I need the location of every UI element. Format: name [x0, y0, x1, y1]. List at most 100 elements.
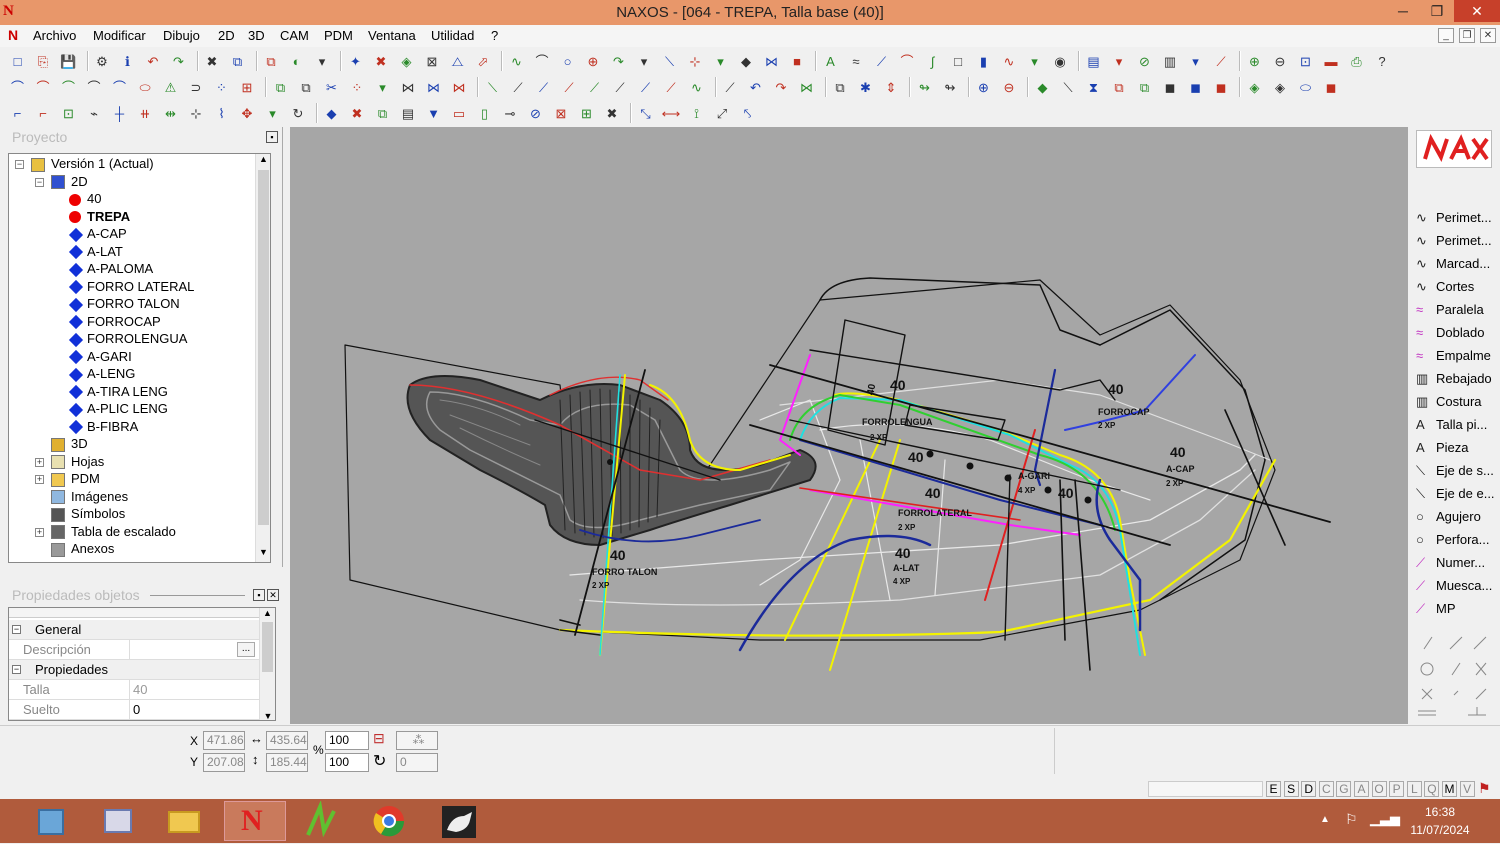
layer-button[interactable]: S	[1283, 781, 1299, 797]
toolbar-tool-icon-2-48[interactable]: ⬭	[1296, 78, 1315, 97]
tool-button[interactable]: A Pieza	[1416, 440, 1498, 462]
toolbar-tool-icon-2-8[interactable]: ⁘	[212, 78, 231, 97]
toolbar-tool-icon-3-14[interactable]: ⧉	[373, 104, 392, 123]
toolbar-tool-icon-1-19[interactable]: ⌒	[533, 52, 552, 71]
property-group[interactable]: − Propiedades	[9, 660, 259, 680]
tree-item[interactable]: FORRO TALON	[68, 296, 180, 313]
toolbar-tool-icon-2-40[interactable]: ⧗	[1084, 78, 1103, 97]
toolbar-tool-icon-2-7[interactable]: ⊃	[187, 78, 206, 97]
toolbar-tool-icon-3-0[interactable]: ⌐	[8, 104, 27, 123]
toolbar-tool-icon-1-9[interactable]: ⧉	[262, 52, 281, 71]
rotate-icon[interactable]: ↻	[373, 751, 386, 771]
toolbar-tool-icon-1-26[interactable]: ▾	[711, 52, 730, 71]
toolbar-tool-icon-2-42[interactable]: ⧉	[1135, 78, 1154, 97]
toolbar-tool-icon-2-6[interactable]: ⚠	[161, 78, 180, 97]
toolbar-tool-icon-2-37[interactable]: ⊖	[1000, 78, 1019, 97]
toolbar-tool-icon-1-22[interactable]: ↷	[609, 52, 628, 71]
expand-toggle[interactable]: −	[35, 177, 44, 187]
menu-modificar[interactable]: Modificar	[93, 28, 146, 43]
menu-pdm[interactable]: PDM	[324, 28, 353, 43]
toolbar-tool-icon-1-11[interactable]: ▾	[313, 52, 332, 71]
toolbar-tool-icon-2-31[interactable]: ⧉	[831, 78, 850, 97]
toolbar-tool-icon-1-5[interactable]: ↶	[144, 52, 163, 71]
property-value[interactable]: 40	[129, 680, 257, 699]
tree-item[interactable]: Imágenes	[51, 489, 128, 506]
toolbar-tool-icon-3-25[interactable]: ⟷	[662, 104, 681, 123]
tool-button[interactable]: ⟋ Numer...	[1416, 555, 1498, 577]
scroll-down-icon[interactable]: ▼	[256, 547, 271, 557]
toolbar-tool-icon-1-28[interactable]: ⋈	[762, 52, 781, 71]
toolbar-tool-icon-2-13[interactable]: ⁘	[348, 78, 367, 97]
scroll-up-icon[interactable]: ▲	[260, 608, 275, 618]
toolbar-tool-icon-1-10[interactable]: ◐	[287, 52, 306, 71]
scale-x-field[interactable]: 100	[325, 731, 369, 750]
toolbar-tool-icon-2-24[interactable]: ⟋	[636, 78, 655, 97]
toolbar-tool-icon-2-5[interactable]: ⬭	[136, 78, 155, 97]
tree-item[interactable]: Hojas	[51, 454, 104, 471]
toolbar-tool-icon-1-15[interactable]: ⊠	[423, 52, 442, 71]
property-value[interactable]: 0	[129, 700, 257, 719]
tool-button[interactable]: ≈ Doblado	[1416, 325, 1498, 347]
toolbar-tool-icon-2-2[interactable]: ⌒	[59, 78, 78, 97]
toolbar-tool-icon-3-19[interactable]: ⊸	[501, 104, 520, 123]
scroll-thumb[interactable]	[258, 170, 269, 525]
toolbar-tool-icon-3-16[interactable]: ▼	[424, 104, 443, 123]
network-icon[interactable]: ▁▃▅	[1370, 811, 1400, 827]
toolbar-tool-icon-2-4[interactable]: ⌒	[110, 78, 129, 97]
toolbar-tool-icon-2-20[interactable]: ⟋	[534, 78, 553, 97]
toolbar-tool-icon-2-14[interactable]: ▾	[373, 78, 392, 97]
toolbar-tool-icon-2-11[interactable]: ⧉	[297, 78, 316, 97]
tool-button[interactable]: ▥ Costura	[1416, 394, 1498, 416]
toolbar-tool-icon-2-26[interactable]: ∿	[687, 78, 706, 97]
toolbar-tool-icon-3-28[interactable]: ⤣	[738, 104, 757, 123]
toolbar-tool-icon-3-12[interactable]: ◆	[322, 104, 341, 123]
x-coordinate-field[interactable]: 471.86	[203, 731, 245, 750]
drawing-canvas[interactable]: 40 40 FORRO TALON 2 XP 40 FORROLENGUA 2 XP 40 4…	[290, 127, 1408, 724]
toolbar-tool-icon-2-0[interactable]: ⌒	[8, 78, 27, 97]
toolbar-tool-icon-2-21[interactable]: ⟋	[560, 78, 579, 97]
toolbar-tool-icon-1-21[interactable]: ⊕	[584, 52, 603, 71]
menu-cam[interactable]: CAM	[280, 28, 309, 43]
toolbar-tool-icon-2-19[interactable]: ⟋	[509, 78, 528, 97]
tool-button[interactable]: ∿ Cortes	[1416, 279, 1498, 301]
tool-button[interactable]: A Talla pi...	[1416, 417, 1498, 439]
tree-item[interactable]: FORROLENGUA	[68, 331, 187, 348]
layer-button[interactable]: D	[1301, 781, 1317, 797]
tree-item[interactable]: FORROCAP	[68, 314, 161, 331]
tree-item[interactable]: A-CAP	[68, 226, 127, 243]
toolbar-tool-icon-3-23[interactable]: ✖	[603, 104, 622, 123]
tree-item[interactable]: A-PALOMA	[68, 261, 153, 278]
toolbar-tool-icon-1-27[interactable]: ◆	[737, 52, 756, 71]
toolbar-tool-icon-1-51[interactable]: ?	[1373, 52, 1392, 71]
mdi-restore-button[interactable]: ❐	[1459, 28, 1475, 43]
toolbar-tool-icon-2-22[interactable]: ⟋	[585, 78, 604, 97]
tool-button[interactable]: ⟍ Eje de e...	[1416, 486, 1498, 508]
tree-item[interactable]: Símbolos	[51, 506, 125, 523]
toolbar-tool-icon-1-34[interactable]: ∫	[923, 52, 942, 71]
calculator-app[interactable]	[20, 801, 82, 841]
menu-3d[interactable]: 3D	[248, 28, 265, 43]
tool-button[interactable]: ≈ Paralela	[1416, 302, 1498, 324]
toolbar-tool-icon-1-1[interactable]: ⎘	[34, 52, 53, 71]
toolbar-tool-icon-2-1[interactable]: ⌒	[34, 78, 53, 97]
mdi-minimize-button[interactable]: _	[1438, 28, 1454, 43]
toolbar-tool-icon-1-14[interactable]: ◈	[397, 52, 416, 71]
chrome-app[interactable]	[358, 801, 420, 841]
toolbar-tool-icon-2-36[interactable]: ⊕	[974, 78, 993, 97]
tree-item[interactable]: Tabla de escalado	[51, 524, 176, 541]
tool-button[interactable]: ○ Perfora...	[1416, 532, 1498, 554]
scroll-up-icon[interactable]: ▲	[256, 154, 271, 164]
rhino-app[interactable]	[428, 801, 490, 841]
tree-item[interactable]: TREPA	[69, 209, 130, 226]
toolbar-tool-icon-1-47[interactable]: ⊖	[1271, 52, 1290, 71]
toolbar-tool-icon-1-17[interactable]: ⬀	[474, 52, 493, 71]
toolbar-tool-icon-1-12[interactable]: ✦	[346, 52, 365, 71]
grid-icon[interactable]: ⁂	[396, 731, 438, 750]
tool-button[interactable]: ≈ Empalme	[1416, 348, 1498, 370]
toolbar-tool-icon-3-26[interactable]: ⟟	[687, 104, 706, 123]
layer-settings-icon[interactable]: ⚑	[1478, 780, 1491, 797]
toolbar-tool-icon-2-18[interactable]: ⟍	[483, 78, 502, 97]
toolbar-tool-icon-1-3[interactable]: ⚙	[93, 52, 112, 71]
menu-help[interactable]: ?	[491, 28, 498, 43]
layer-button[interactable]: C	[1318, 781, 1334, 797]
